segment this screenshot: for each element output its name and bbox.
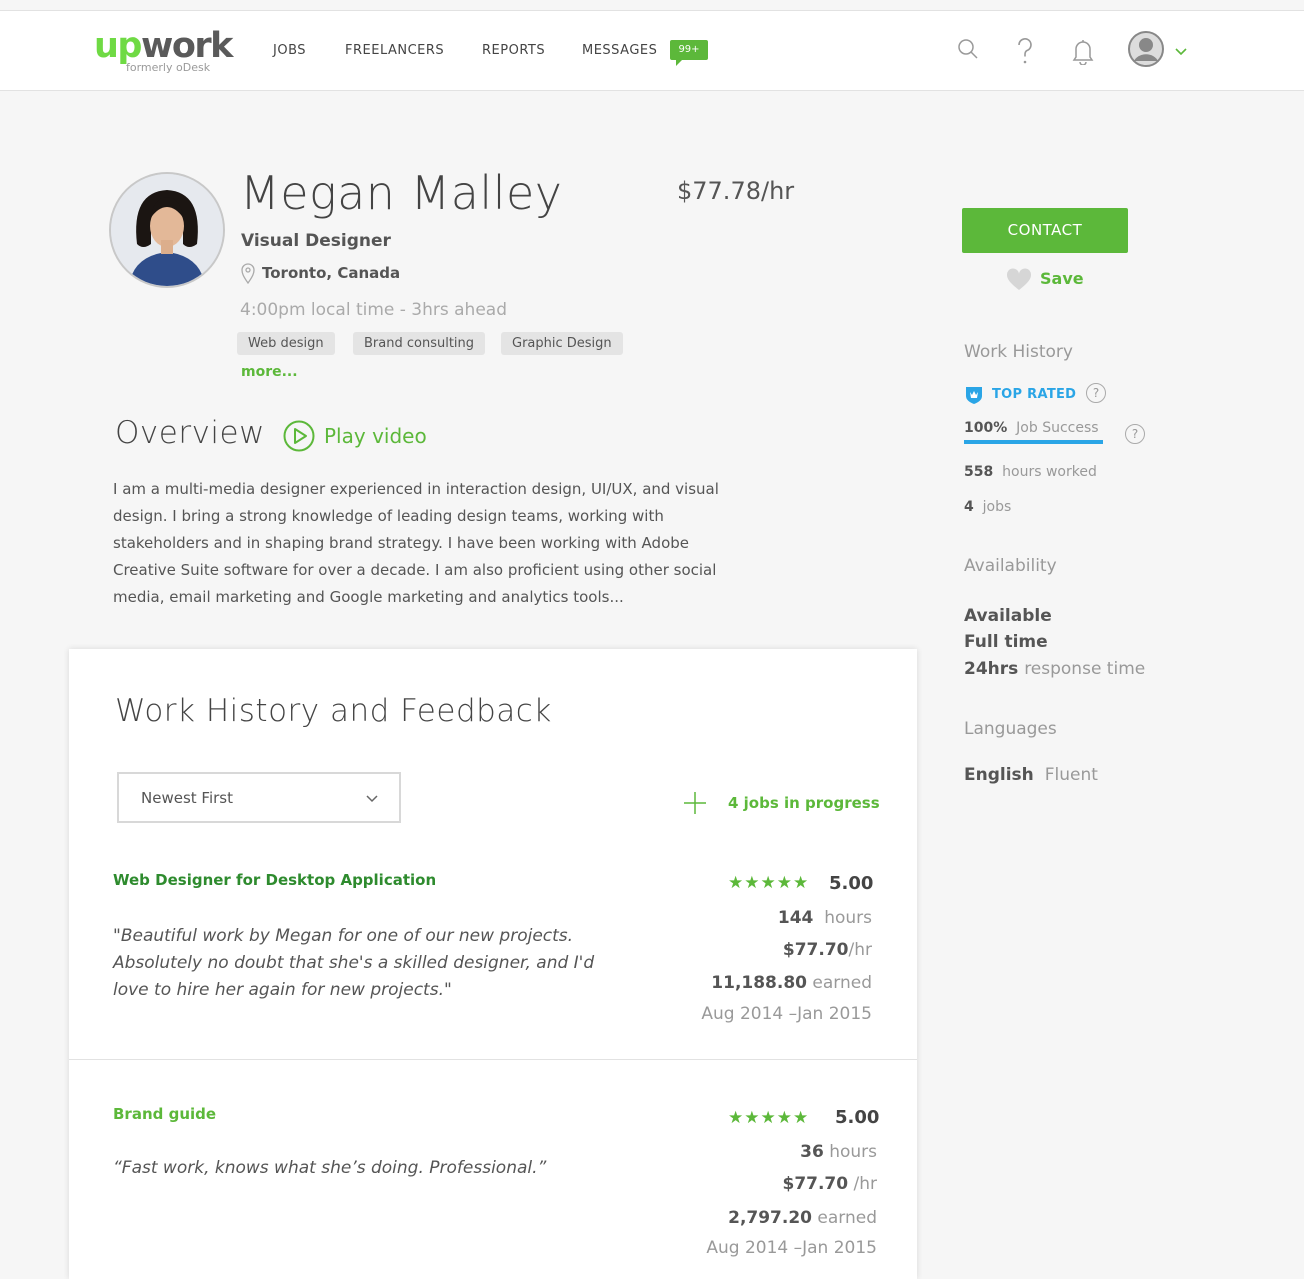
job-divider [69, 1059, 917, 1060]
play-video-icon[interactable] [283, 420, 315, 452]
save-button[interactable]: Save [1040, 269, 1084, 288]
messages-count-badge: 99+ [670, 40, 708, 66]
local-time: 4:00pm local time - 3hrs ahead [240, 300, 507, 320]
chevron-down-icon[interactable] [1174, 47, 1188, 57]
response-time-label: response time [1024, 659, 1146, 679]
availability-heading: Availability [964, 556, 1057, 576]
job-success-label: Job Success [1016, 420, 1099, 436]
job-earned: 2,797.20 earned [728, 1208, 877, 1228]
job-hours: 36 hours [800, 1142, 877, 1162]
skill-tag[interactable]: Brand consulting [353, 332, 486, 355]
work-history-heading: Work History and Feedback [115, 693, 552, 729]
top-navigation-bar: upwork formerly oDesk JOBS FREELANCERS R… [0, 10, 1304, 91]
jobs-in-progress-link[interactable]: 4 jobs in progress [728, 794, 880, 812]
top-rated-label: TOP RATED [992, 387, 1077, 402]
response-time: 24hrs response time [964, 659, 1145, 679]
job-rate-label: /hr [853, 1174, 878, 1194]
top-strip [0, 0, 1304, 10]
job-rate-value: $77.70 [782, 1174, 849, 1194]
bell-icon[interactable] [1070, 37, 1096, 65]
job-dates: Aug 2014 –Jan 2015 [701, 1004, 872, 1024]
search-icon[interactable] [956, 37, 980, 61]
sort-select[interactable]: Newest First [117, 772, 401, 823]
hours-worked: 558 hours worked [964, 464, 1097, 480]
nav-freelancers[interactable]: FREELANCERS [345, 43, 444, 58]
job-dates: Aug 2014 –Jan 2015 [706, 1238, 877, 1258]
job-earned-label: earned [812, 973, 872, 993]
sort-select-value: Newest First [141, 789, 233, 807]
job-success-bar [964, 440, 1103, 444]
job-rate-label: /hr [848, 940, 873, 960]
profile-photo [109, 172, 225, 288]
skill-tag[interactable]: Graphic Design [501, 332, 623, 355]
job-success-value: 100% [964, 420, 1008, 436]
job-success: 100% Job Success [964, 420, 1099, 436]
job-hours: 144 hours [778, 908, 872, 928]
nav-reports[interactable]: REPORTS [482, 43, 545, 58]
languages-heading: Languages [964, 719, 1057, 739]
job-earned-label: earned [817, 1208, 877, 1228]
nav-jobs[interactable]: JOBS [273, 43, 306, 58]
rating-stars: ★★★★★ [728, 873, 810, 893]
help-icon[interactable] [1014, 37, 1036, 65]
jobs-count-label: jobs [982, 499, 1012, 515]
availability-status: Available [964, 606, 1052, 626]
skill-tag[interactable]: Web design [237, 332, 335, 355]
language-level: Fluent [1044, 765, 1098, 785]
logo-work-text: work [140, 26, 233, 66]
logo-tagline: formerly oDesk [126, 61, 211, 74]
job-earned: 11,188.80 earned [711, 973, 872, 993]
nav-messages[interactable]: MESSAGES [582, 43, 657, 58]
more-skills-link[interactable]: more... [241, 364, 298, 380]
work-history-card: Work History and Feedback Newest First 4… [69, 649, 917, 1279]
job-hours-label: hours [824, 908, 872, 928]
user-avatar-icon[interactable] [1128, 31, 1164, 67]
job-link-web-designer[interactable]: Web Designer for Desktop Application [113, 871, 436, 889]
location: Toronto, Canada [262, 264, 401, 282]
heart-icon[interactable] [1006, 268, 1032, 292]
job-rate-value: $77.70 [782, 940, 849, 960]
logo-up-text: up [94, 26, 142, 66]
contact-button[interactable]: CONTACT [962, 208, 1128, 253]
job-rate: $77.70 /hr [782, 1174, 877, 1194]
jobs-count-value: 4 [964, 499, 974, 515]
job-hours-value: 36 [800, 1142, 824, 1162]
job-link-brand-guide[interactable]: Brand guide [113, 1105, 216, 1123]
rating-stars: ★★★★★ [728, 1108, 810, 1128]
job-earned-value: 2,797.20 [728, 1208, 812, 1228]
upwork-logo[interactable]: upwork formerly oDesk [94, 26, 233, 74]
chevron-down-icon [366, 795, 378, 803]
location-pin-icon [241, 263, 255, 284]
job-feedback-quote: “Fast work, knows what she’s doing. Prof… [113, 1158, 547, 1178]
job-hours-label: hours [829, 1142, 877, 1162]
play-video-link[interactable]: Play video [324, 424, 427, 448]
overview-heading: Overview [115, 415, 265, 451]
job-rate: $77.70/hr [783, 940, 872, 960]
language-entry: English Fluent [964, 765, 1098, 785]
plus-icon[interactable] [683, 791, 707, 815]
profile-photo-illustration [111, 174, 223, 286]
hours-worked-value: 558 [964, 464, 994, 480]
hours-worked-label: hours worked [1002, 464, 1097, 480]
job-feedback-quote: "Beautiful work by Megan for one of our … [113, 926, 595, 1000]
rating-score: 5.00 [835, 1107, 880, 1128]
hourly-rate: $77.78/hr [677, 177, 795, 205]
job-title: Visual Designer [241, 231, 391, 251]
job-earned-value: 11,188.80 [711, 973, 807, 993]
jobs-count: 4 jobs [964, 499, 1011, 515]
availability-hours: Full time [964, 632, 1048, 652]
overview-text: I am a multi-media designer experienced … [113, 480, 719, 606]
question-help-icon[interactable]: ? [1125, 424, 1145, 444]
language-name: English [964, 765, 1034, 785]
freelancer-name: Megan Malley [240, 166, 563, 220]
job-hours-value: 144 [777, 908, 814, 928]
response-time-value: 24hrs [964, 659, 1019, 679]
question-help-icon[interactable]: ? [1086, 383, 1106, 403]
sidebar-work-history-heading: Work History [964, 342, 1073, 362]
top-rated-badge-icon [966, 387, 982, 404]
rating-score: 5.00 [829, 873, 874, 894]
